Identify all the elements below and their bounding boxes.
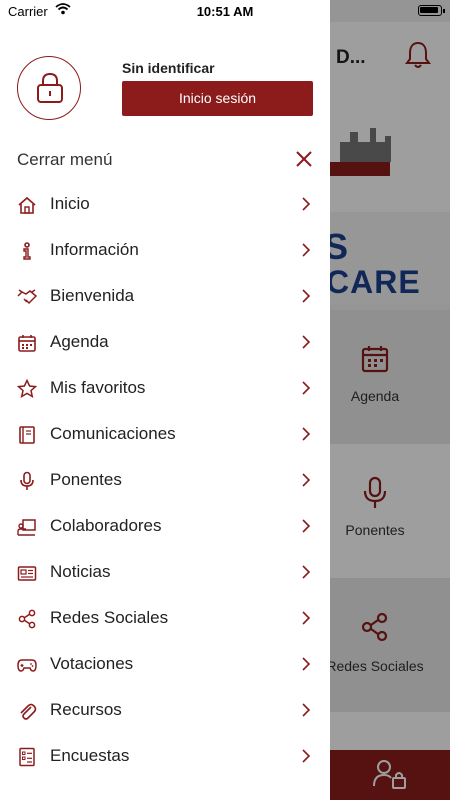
menu-item-label: Mis favoritos — [50, 378, 146, 397]
microphone-icon — [20, 471, 34, 490]
menu-item-label: Encuestas — [50, 746, 130, 765]
menu-item-agenda[interactable]: Agenda — [0, 320, 330, 366]
chevron-right-icon — [302, 473, 311, 487]
menu-item-label: Información — [50, 240, 139, 259]
chevron-right-icon — [302, 427, 311, 441]
menu-item-redes-sociales[interactable]: Redes Sociales — [0, 596, 330, 642]
book-icon — [19, 426, 35, 444]
calendar-icon — [18, 335, 36, 352]
menu-item-mis-favoritos[interactable]: Mis favoritos — [0, 366, 330, 412]
handshake-icon — [17, 289, 37, 305]
battery-icon — [418, 5, 445, 16]
menu-item-ponentes[interactable]: Ponentes — [0, 458, 330, 504]
menu-item-label: Votaciones — [50, 654, 134, 673]
menu-item-noticias[interactable]: Noticias — [0, 550, 330, 596]
menu-item-encuestas[interactable]: Encuestas — [0, 734, 330, 780]
login-button[interactable]: Inicio sesión — [122, 81, 313, 116]
chevron-right-icon — [302, 197, 311, 211]
side-drawer: Sin identificar Inicio sesión Cerrar men… — [0, 0, 330, 800]
close-menu-row[interactable]: Cerrar menú — [17, 146, 313, 174]
chevron-right-icon — [302, 381, 311, 395]
checklist-icon — [19, 747, 35, 767]
menu-item-label: Ponentes — [50, 470, 122, 489]
chevron-right-icon — [302, 519, 311, 533]
chevron-right-icon — [302, 749, 311, 763]
star-icon — [17, 379, 37, 399]
close-menu-label: Cerrar menú — [17, 150, 113, 169]
chevron-right-icon — [302, 565, 311, 579]
status-bar: Carrier 10:51 AM — [0, 0, 450, 22]
info-icon — [23, 242, 31, 260]
chevron-right-icon — [302, 243, 311, 257]
newspaper-icon — [17, 566, 37, 581]
menu-item-label: Colaboradores — [50, 516, 162, 535]
user-status: Sin identificar — [122, 60, 215, 76]
chevron-right-icon — [302, 703, 311, 717]
menu-item-label: Agenda — [50, 332, 109, 351]
presentation-icon — [17, 519, 36, 536]
status-time: 10:51 AM — [196, 4, 254, 19]
chevron-right-icon — [302, 611, 311, 625]
menu-item-colaboradores[interactable]: Colaboradores — [0, 504, 330, 550]
avatar — [17, 56, 81, 120]
menu-item-label: Comunicaciones — [50, 424, 176, 443]
share-icon — [18, 609, 36, 629]
close-icon[interactable] — [295, 150, 313, 168]
menu-item-label: Bienvenida — [50, 286, 135, 305]
menu-item-bienvenida[interactable]: Bienvenida — [0, 274, 330, 320]
menu-item-inicio[interactable]: Inicio — [0, 182, 330, 228]
chevron-right-icon — [302, 657, 311, 671]
menu-item-label: Recursos — [50, 700, 122, 719]
gamepad-icon — [17, 659, 37, 672]
chevron-right-icon — [302, 335, 311, 349]
menu-item-label: Noticias — [50, 562, 111, 581]
chevron-right-icon — [302, 289, 311, 303]
menu-item-informacion[interactable]: Información — [0, 228, 330, 274]
menu-item-comunicaciones[interactable]: Comunicaciones — [0, 412, 330, 458]
menu-item-label: Inicio — [50, 194, 90, 213]
menu-item-votaciones[interactable]: Votaciones — [0, 642, 330, 688]
menu-item-recursos[interactable]: Recursos — [0, 688, 330, 734]
menu-item-label: Redes Sociales — [50, 608, 169, 627]
home-icon — [18, 196, 36, 214]
paperclip-icon — [20, 703, 37, 720]
lock-icon — [37, 72, 63, 103]
